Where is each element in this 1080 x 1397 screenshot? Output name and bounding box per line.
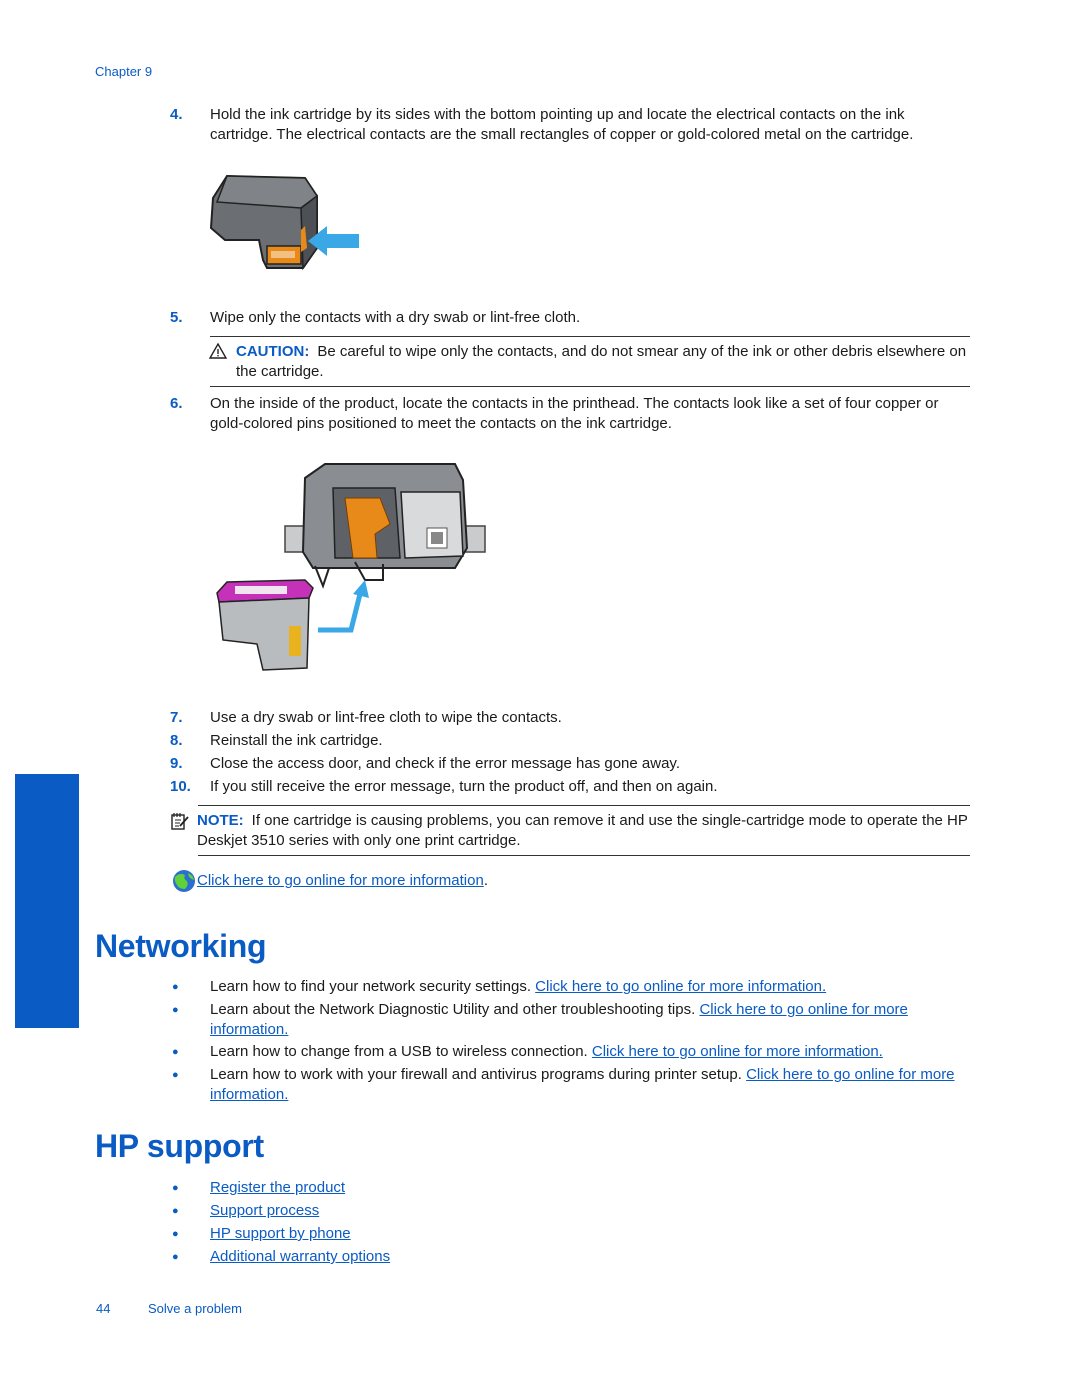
security-settings-link[interactable]: Click here to go online for more informa… [535, 978, 826, 995]
side-section-tab: Solve a problem [0, 774, 79, 1047]
support-process-link[interactable]: Support process [210, 1202, 319, 1219]
support-bullet: ● Support process [170, 1201, 970, 1221]
caution-callout: CAUTION: Be careful to wipe only the cont… [208, 342, 970, 381]
bullet-text: Learn how to find your network security … [210, 978, 536, 995]
register-product-link[interactable]: Register the product [210, 1179, 345, 1196]
networking-heading: Networking [95, 928, 267, 964]
step-8: 8. Reinstall the ink cartridge. [170, 731, 970, 751]
step-5: 5. Wipe only the contacts with a dry swa… [170, 308, 970, 328]
step-number: 10. [170, 778, 191, 795]
note-rule-top [198, 805, 970, 806]
step-number: 8. [170, 732, 183, 749]
step-text: Reinstall the ink cartridge. [210, 732, 383, 749]
step-number: 7. [170, 709, 183, 726]
printhead-contacts-figure [205, 458, 490, 673]
step-text: If you still receive the error message, … [210, 778, 718, 795]
step-10: 10. If you still receive the error messa… [170, 777, 970, 797]
bullet-dot: ● [172, 1251, 179, 1263]
networking-bullet: ● Learn about the Network Diagnostic Uti… [170, 1000, 970, 1039]
bullet-text: Learn about the Network Diagnostic Utili… [210, 1001, 700, 1018]
note-rule-bottom [198, 855, 970, 856]
warranty-options-link[interactable]: Additional warranty options [210, 1248, 390, 1265]
step-number: 5. [170, 309, 183, 326]
footer-section: Solve a problem [148, 1301, 242, 1316]
step-number: 4. [170, 106, 183, 123]
note-pad-icon [170, 811, 190, 831]
step-text: Wipe only the contacts with a dry swab o… [210, 309, 581, 326]
networking-bullet: ● Learn how to find your network securit… [170, 977, 970, 997]
step-text: Use a dry swab or lint-free cloth to wip… [210, 709, 562, 726]
side-tab-label: Solve a problem [0, 942, 13, 1047]
networking-bullet: ● Learn how to change from a USB to wire… [170, 1042, 970, 1062]
bullet-dot: ● [172, 1004, 179, 1016]
step-6: 6. On the inside of the product, locate … [170, 394, 970, 433]
page-number: 44 [96, 1301, 111, 1316]
networking-bullet: ● Learn how to work with your firewall a… [170, 1065, 970, 1104]
online-info-link[interactable]: Click here to go online for more informa… [197, 871, 484, 891]
warning-triangle-icon [208, 342, 228, 360]
usb-to-wireless-link[interactable]: Click here to go online for more informa… [592, 1043, 883, 1060]
bullet-dot: ● [172, 1182, 179, 1194]
step-9: 9. Close the access door, and check if t… [170, 754, 970, 774]
step-4: 4. Hold the ink cartridge by its sides w… [170, 105, 970, 144]
bullet-text: Learn how to work with your firewall and… [210, 1066, 747, 1083]
support-bullet: ● HP support by phone [170, 1224, 970, 1244]
callout-rule-bottom [210, 386, 970, 387]
ink-cartridge-contacts-figure [205, 168, 365, 278]
bullet-dot: ● [172, 1228, 179, 1240]
bullet-dot: ● [172, 1046, 179, 1058]
note-label: NOTE: [197, 812, 244, 829]
note-callout: NOTE: If one cartridge is causing problem… [170, 811, 970, 850]
step-text: On the inside of the product, locate the… [210, 395, 939, 432]
caution-text: Be careful to wipe only the contacts, an… [236, 343, 967, 380]
step-text: Hold the ink cartridge by its sides with… [210, 106, 914, 143]
hp-support-heading: HP support [95, 1128, 264, 1164]
note-text: If one cartridge is causing problems, yo… [197, 812, 968, 849]
support-by-phone-link[interactable]: HP support by phone [210, 1225, 351, 1242]
online-link-row: Click here to go online for more informa… [171, 869, 488, 893]
step-text: Close the access door, and check if the … [210, 755, 680, 772]
support-bullet: ● Additional warranty options [170, 1247, 970, 1267]
caution-label: CAUTION: [236, 343, 310, 360]
bullet-dot: ● [172, 1205, 179, 1217]
globe-icon [171, 869, 197, 893]
chapter-header: Chapter 9 [95, 64, 153, 79]
bullet-text: Learn how to change from a USB to wirele… [210, 1043, 592, 1060]
link-suffix: . [483, 872, 488, 890]
bullet-dot: ● [172, 981, 179, 993]
callout-rule-top [210, 336, 970, 337]
step-number: 9. [170, 755, 183, 772]
bullet-dot: ● [172, 1069, 179, 1081]
step-7: 7. Use a dry swab or lint-free cloth to … [170, 708, 970, 728]
support-bullet: ● Register the product [170, 1178, 970, 1198]
step-number: 6. [170, 395, 183, 412]
